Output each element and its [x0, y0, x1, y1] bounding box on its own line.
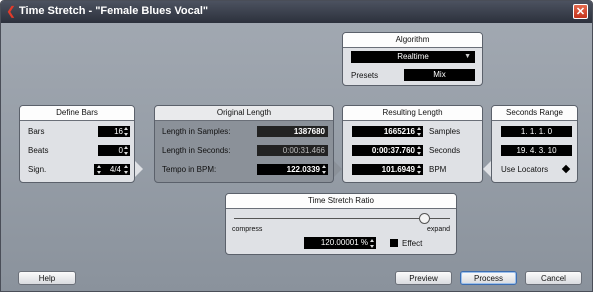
tempo-bpm-stepper[interactable] — [322, 164, 326, 175]
seconds-range-panel: Seconds Range 1. 1. 1. 0 19. 4. 3. 10 Us… — [491, 105, 578, 183]
length-seconds-label: Length in Seconds: — [162, 146, 231, 155]
result-bpm-label: BPM — [429, 165, 447, 174]
result-bpm-stepper[interactable] — [417, 164, 421, 175]
ratio-title: Time Stretch Ratio — [226, 194, 456, 209]
sign-label: Sign. — [28, 165, 47, 174]
result-bpm-field[interactable]: 101.6949 — [352, 164, 423, 175]
cubase-logo-icon: ❮ — [6, 4, 17, 18]
result-seconds-value: 0:00:37.760 — [371, 146, 415, 155]
signature-stepper-left[interactable] — [97, 164, 101, 175]
length-samples-label: Length in Samples: — [162, 127, 231, 136]
beats-value: 0 — [118, 146, 123, 155]
signature-value: 4/4 — [109, 165, 121, 174]
tempo-bpm-label: Tempo in BPM: — [162, 165, 217, 174]
expand-label: expand — [427, 226, 450, 233]
close-button[interactable]: ✕ — [573, 4, 588, 19]
compress-label: compress — [232, 226, 263, 233]
range-end-field[interactable]: 19. 4. 3. 10 — [501, 145, 572, 156]
algorithm-value: Realtime — [397, 52, 429, 61]
use-locators-toggle[interactable] — [561, 164, 571, 174]
define-bars-arrow — [135, 161, 143, 177]
result-bpm-value: 101.6949 — [381, 165, 415, 174]
ratio-field[interactable]: 120.00001 % — [304, 237, 376, 249]
bars-label: Bars — [28, 127, 45, 136]
seconds-range-arrow — [483, 161, 491, 177]
bars-value: 16 — [114, 127, 123, 136]
tempo-bpm-field[interactable]: 122.0339 — [257, 164, 328, 175]
ratio-stepper[interactable] — [370, 238, 374, 249]
algorithm-title: Algorithm — [343, 33, 482, 48]
bars-stepper[interactable] — [124, 126, 128, 137]
time-stretch-ratio-panel: Time Stretch Ratio compress expand 120.0… — [225, 193, 457, 255]
define-bars-panel: Define Bars Bars 16 Beats 0 Sign. 4/4 — [19, 105, 135, 183]
resulting-length-title: Resulting Length — [343, 106, 482, 121]
signature-stepper-right[interactable] — [124, 164, 128, 175]
algorithm-panel: Algorithm Realtime ▼ Presets Mix — [342, 32, 483, 86]
ratio-value: 120.00001 % — [320, 238, 368, 247]
presets-label: Presets — [351, 71, 379, 80]
result-samples-label: Samples — [429, 127, 461, 136]
range-start-field[interactable]: 1. 1. 1. 0 — [501, 126, 572, 137]
presets-value: Mix — [433, 70, 446, 79]
chevron-down-icon: ▼ — [464, 53, 471, 60]
range-start-value: 1. 1. 1. 0 — [520, 127, 553, 136]
length-samples-value: 1387680 — [257, 126, 328, 137]
window-title: Time Stretch - "Female Blues Vocal" — [19, 5, 209, 17]
process-button[interactable]: Process — [460, 271, 517, 285]
ratio-slider-thumb[interactable] — [419, 213, 431, 224]
title-bar[interactable]: ❮ Time Stretch - "Female Blues Vocal" ✕ — [1, 1, 592, 23]
preview-button[interactable]: Preview — [395, 271, 452, 285]
range-end-value: 19. 4. 3. 10 — [516, 146, 557, 155]
define-bars-title: Define Bars — [20, 106, 134, 121]
result-samples-stepper[interactable] — [417, 126, 421, 137]
help-button[interactable]: Help — [18, 271, 76, 285]
result-seconds-field[interactable]: 0:00:37.760 — [352, 145, 423, 156]
result-samples-value: 1665216 — [383, 127, 415, 136]
result-seconds-label: Seconds — [429, 146, 461, 155]
result-samples-field[interactable]: 1665216 — [352, 126, 423, 137]
original-length-title: Original Length — [155, 106, 333, 121]
presets-select[interactable]: Mix — [404, 69, 475, 81]
time-stretch-window: ❮ Time Stretch - "Female Blues Vocal" ✕ … — [0, 0, 593, 292]
result-seconds-stepper[interactable] — [417, 145, 421, 156]
beats-stepper[interactable] — [124, 145, 128, 156]
beats-label: Beats — [28, 146, 49, 155]
seconds-range-title: Seconds Range — [492, 106, 577, 121]
algorithm-select[interactable]: Realtime ▼ — [351, 51, 475, 63]
cancel-button[interactable]: Cancel — [525, 271, 582, 285]
tempo-bpm-value: 122.0339 — [286, 165, 320, 174]
ratio-slider[interactable] — [234, 212, 450, 225]
ratio-slider-track — [234, 218, 450, 219]
original-length-panel: Original Length Length in Samples: 13876… — [154, 105, 334, 183]
length-seconds-value: 0:00:31.466 — [257, 145, 328, 156]
effect-checkbox[interactable] — [390, 239, 398, 247]
effect-label: Effect — [402, 239, 423, 248]
close-icon: ✕ — [575, 6, 586, 18]
resulting-length-panel: Resulting Length 1665216 Samples 0:00:37… — [342, 105, 483, 183]
use-locators-label: Use Locators — [501, 165, 549, 174]
dialog-body: Algorithm Realtime ▼ Presets Mix Define … — [1, 23, 592, 291]
original-length-arrow — [334, 161, 342, 177]
